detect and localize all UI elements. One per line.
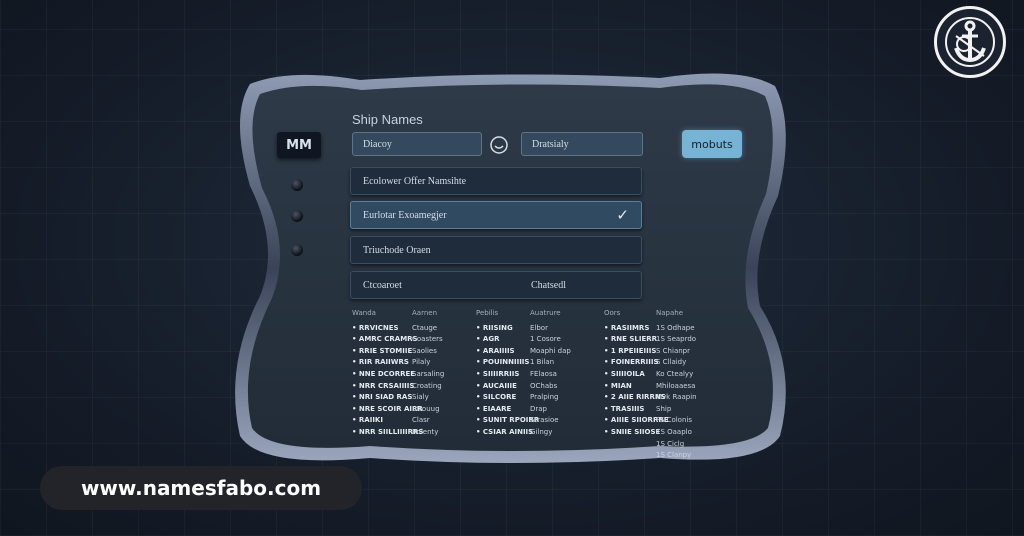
table-cell: Croating [412,381,442,390]
panel-title: Ship Names [352,112,423,127]
search-toggle-icon[interactable] [486,131,512,157]
site-url: www.namesfabo.com [80,476,322,500]
list-item-label: Ecolower Offer Namsihte [363,175,467,187]
table-cell: 1S Clanpy [656,451,692,460]
list-item-label-secondary: Chatsedl [531,279,566,291]
table-column: Auatrure Elbor 1 Cosore Moaphi dap 1 Bilan FE… [530,308,571,439]
table-column: Napahe 1S Odhape 1S Seaprdo S Chianpr S Clla… [656,308,704,462]
table-cell: Elbor [530,323,548,332]
table-cell: Coasters [412,335,443,344]
list-item-label: Triuchode Oraen [363,244,431,256]
table-cell: Gilngy [530,427,553,436]
table-cell: Clasr [412,416,430,425]
table-cell: Drap [530,404,548,413]
secondary-field[interactable]: Dratsialy [521,132,643,156]
list-item-label: Ctcoaroet [363,279,402,291]
table-cell: Sarsaling [412,369,445,378]
table-cell: 1S Odhape [656,323,695,332]
table-cell: S Chianpr [656,346,690,355]
table-cell: 1S Oaaplo [656,427,692,436]
radio-dot-3[interactable] [291,244,303,256]
table-cell: Moaphi dap [530,346,571,355]
table-cell: 1 Bilan [530,358,555,367]
table-cell: Pilaly [412,358,431,367]
table-cell: Sialy [412,393,429,402]
menu-button[interactable]: MM [277,132,321,158]
column-header: Napahe [656,309,684,317]
table-cell: 1 Cosore [530,335,561,344]
table-cell: FElaosa [530,369,557,378]
list-item[interactable]: Triuchode Oraen [350,236,642,264]
table-cell: Ctauge [412,323,438,332]
table-cell: Mhiloaaesa [656,381,696,390]
table-cell: Mvk Raapin Ship [656,393,697,413]
list-item[interactable]: Ecolower Offer Namsihte [350,167,642,195]
table-cell: Strouug [412,404,440,413]
search-field[interactable]: Diacoy [352,132,482,156]
column-header: Auatrure [530,309,561,317]
table-cell: Saolies [412,346,437,355]
site-url-banner[interactable]: www.namesfabo.com [40,466,362,510]
checkmark-icon: ✓ [616,207,629,224]
list-item-label: Eurlotar Exoamegjer [363,209,447,221]
action-button[interactable]: mobuts [682,130,742,158]
table-cell: S Cllaidy [656,358,687,367]
list-item-selected[interactable]: Eurlotar Exoamegjer ✓ [350,201,642,229]
table-cell: Rolenty [412,427,439,436]
radio-dot-1[interactable] [291,179,303,191]
radio-dot-2[interactable] [291,210,303,222]
table-cell: Strasioe [530,416,559,425]
table-cell: Pralping [530,393,559,402]
column-header: Aarnen [412,309,438,317]
table-cell: FS Colonis [656,416,692,425]
table-column: Aarnen Ctauge Coasters Saolies Pilaly Sarsali… [412,308,444,439]
table-cell: OChabs [530,381,558,390]
table-cell: Ko Ctealyy [656,369,694,378]
list-item[interactable]: Ctcoaroet Chatsedl [350,271,642,299]
table-cell: 1S Seaprdo [656,335,697,344]
table-cell: 1S Ciclg [656,439,685,448]
anchor-logo-icon [934,6,1006,78]
